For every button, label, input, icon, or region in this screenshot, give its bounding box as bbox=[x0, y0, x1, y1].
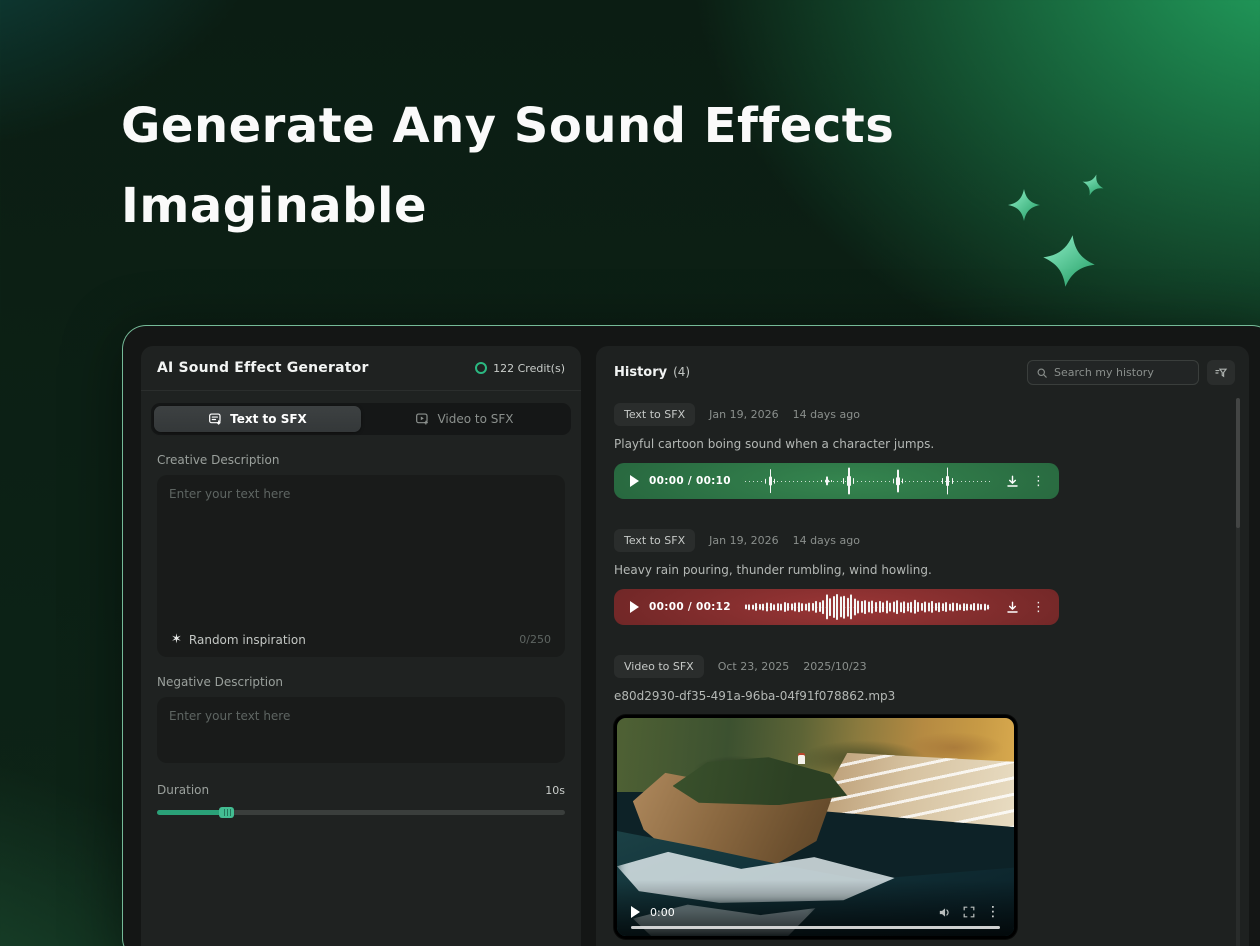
video-play-button[interactable] bbox=[631, 906, 640, 918]
video-player[interactable]: 0:00 ⋮ bbox=[614, 715, 1017, 939]
item-description: Playful cartoon boing sound when a chara… bbox=[614, 437, 1235, 451]
more-options-icon[interactable]: ⋮ bbox=[1030, 601, 1047, 614]
sparkle-decoration-icon bbox=[1079, 171, 1107, 199]
item-date: Jan 19, 2026 bbox=[709, 408, 778, 421]
generator-title: AI Sound Effect Generator bbox=[157, 360, 369, 376]
item-date: Oct 23, 2025 bbox=[718, 660, 790, 673]
mode-tabs: Text to SFX Video to SFX bbox=[151, 403, 571, 435]
generator-header: AI Sound Effect Generator 122 Credit(s) bbox=[141, 346, 581, 391]
duration-slider[interactable] bbox=[157, 807, 565, 817]
history-card: History (4) bbox=[596, 346, 1249, 946]
duration-slider-handle[interactable] bbox=[219, 807, 234, 818]
video-time: 0:00 bbox=[650, 906, 675, 919]
history-search-input[interactable] bbox=[1054, 366, 1190, 379]
history-search[interactable] bbox=[1027, 360, 1199, 385]
sparkle-icon: ✶ bbox=[171, 632, 182, 647]
audio-time: 00:00 / 00:10 bbox=[649, 475, 731, 487]
fullscreen-icon[interactable] bbox=[962, 905, 976, 919]
video-progress-bar[interactable] bbox=[631, 926, 1000, 929]
play-button[interactable] bbox=[630, 601, 639, 613]
audio-waveform[interactable] bbox=[745, 593, 991, 621]
search-icon bbox=[1036, 367, 1048, 379]
history-item: Text to SFX Jan 19, 2026 14 days ago Pla… bbox=[614, 403, 1235, 499]
generator-card: AI Sound Effect Generator 122 Credit(s) … bbox=[141, 346, 581, 946]
item-relative-date: 14 days ago bbox=[793, 408, 860, 421]
negative-description-label: Negative Description bbox=[157, 675, 565, 689]
page-title: Generate Any Sound Effects Imaginable bbox=[121, 86, 894, 246]
text-to-sfx-icon bbox=[208, 412, 223, 427]
item-type-badge: Text to SFX bbox=[614, 529, 695, 552]
credits-label: 122 Credit(s) bbox=[493, 362, 565, 375]
tab-video-to-sfx-label: Video to SFX bbox=[437, 412, 513, 426]
item-type-badge: Video to SFX bbox=[614, 655, 704, 678]
duration-slider-fill bbox=[157, 810, 226, 815]
page-title-line-1: Generate Any Sound Effects bbox=[121, 86, 894, 166]
creative-description-label: Creative Description bbox=[157, 453, 565, 467]
item-filename: e80d2930-df35-491a-96ba-04f91f078862.mp3 bbox=[614, 689, 1235, 703]
item-relative-date: 2025/10/23 bbox=[803, 660, 866, 673]
creative-description-box: ✶ Random inspiration 0/250 bbox=[157, 475, 565, 657]
audio-player: 00:00 / 00:12 ⋮ bbox=[614, 589, 1059, 625]
negative-description-box bbox=[157, 697, 565, 763]
duration-value: 10s bbox=[545, 784, 565, 797]
page-title-line-2: Imaginable bbox=[121, 166, 894, 246]
negative-description-input[interactable] bbox=[157, 697, 565, 763]
tab-text-to-sfx-label: Text to SFX bbox=[230, 412, 307, 426]
random-inspiration-label: Random inspiration bbox=[189, 633, 306, 647]
item-date: Jan 19, 2026 bbox=[709, 534, 778, 547]
audio-time: 00:00 / 00:12 bbox=[649, 601, 731, 613]
credit-ring-icon bbox=[475, 362, 487, 374]
history-item: Text to SFX Jan 19, 2026 14 days ago Hea… bbox=[614, 529, 1235, 625]
duration-row: Duration 10s bbox=[157, 783, 565, 797]
creative-description-footer: ✶ Random inspiration 0/250 bbox=[157, 622, 565, 657]
character-counter: 0/250 bbox=[519, 633, 551, 646]
credits-indicator: 122 Credit(s) bbox=[475, 362, 565, 375]
audio-waveform[interactable] bbox=[745, 467, 991, 495]
history-count: (4) bbox=[673, 365, 690, 379]
volume-icon[interactable] bbox=[937, 905, 952, 920]
history-item: Video to SFX Oct 23, 2025 2025/10/23 e80… bbox=[614, 655, 1235, 939]
download-icon[interactable] bbox=[1005, 474, 1020, 489]
history-scrollbar-thumb[interactable] bbox=[1236, 398, 1240, 528]
tab-text-to-sfx[interactable]: Text to SFX bbox=[154, 406, 361, 432]
tab-video-to-sfx[interactable]: Video to SFX bbox=[361, 406, 568, 432]
audio-player: 00:00 / 00:10 ⋮ bbox=[614, 463, 1059, 499]
random-inspiration-button[interactable]: ✶ Random inspiration bbox=[171, 632, 306, 647]
video-more-options-icon[interactable]: ⋮ bbox=[986, 904, 1000, 920]
filter-icon bbox=[1214, 366, 1228, 380]
history-title-text: History bbox=[614, 365, 667, 380]
sparkle-decoration-icon bbox=[1008, 189, 1040, 221]
video-to-sfx-icon bbox=[415, 412, 430, 427]
history-header: History (4) bbox=[614, 360, 1235, 385]
main-panel: AI Sound Effect Generator 122 Credit(s) … bbox=[122, 325, 1260, 946]
video-thumbnail: 0:00 ⋮ bbox=[617, 718, 1014, 936]
history-title: History (4) bbox=[614, 365, 690, 380]
item-relative-date: 14 days ago bbox=[793, 534, 860, 547]
item-type-badge: Text to SFX bbox=[614, 403, 695, 426]
history-scrollbar[interactable] bbox=[1236, 398, 1240, 946]
filter-button[interactable] bbox=[1207, 360, 1235, 385]
more-options-icon[interactable]: ⋮ bbox=[1030, 475, 1047, 488]
play-button[interactable] bbox=[630, 475, 639, 487]
download-icon[interactable] bbox=[1005, 600, 1020, 615]
item-description: Heavy rain pouring, thunder rumbling, wi… bbox=[614, 563, 1235, 577]
duration-label: Duration bbox=[157, 783, 209, 797]
sparkle-decoration-icon bbox=[1040, 232, 1099, 291]
